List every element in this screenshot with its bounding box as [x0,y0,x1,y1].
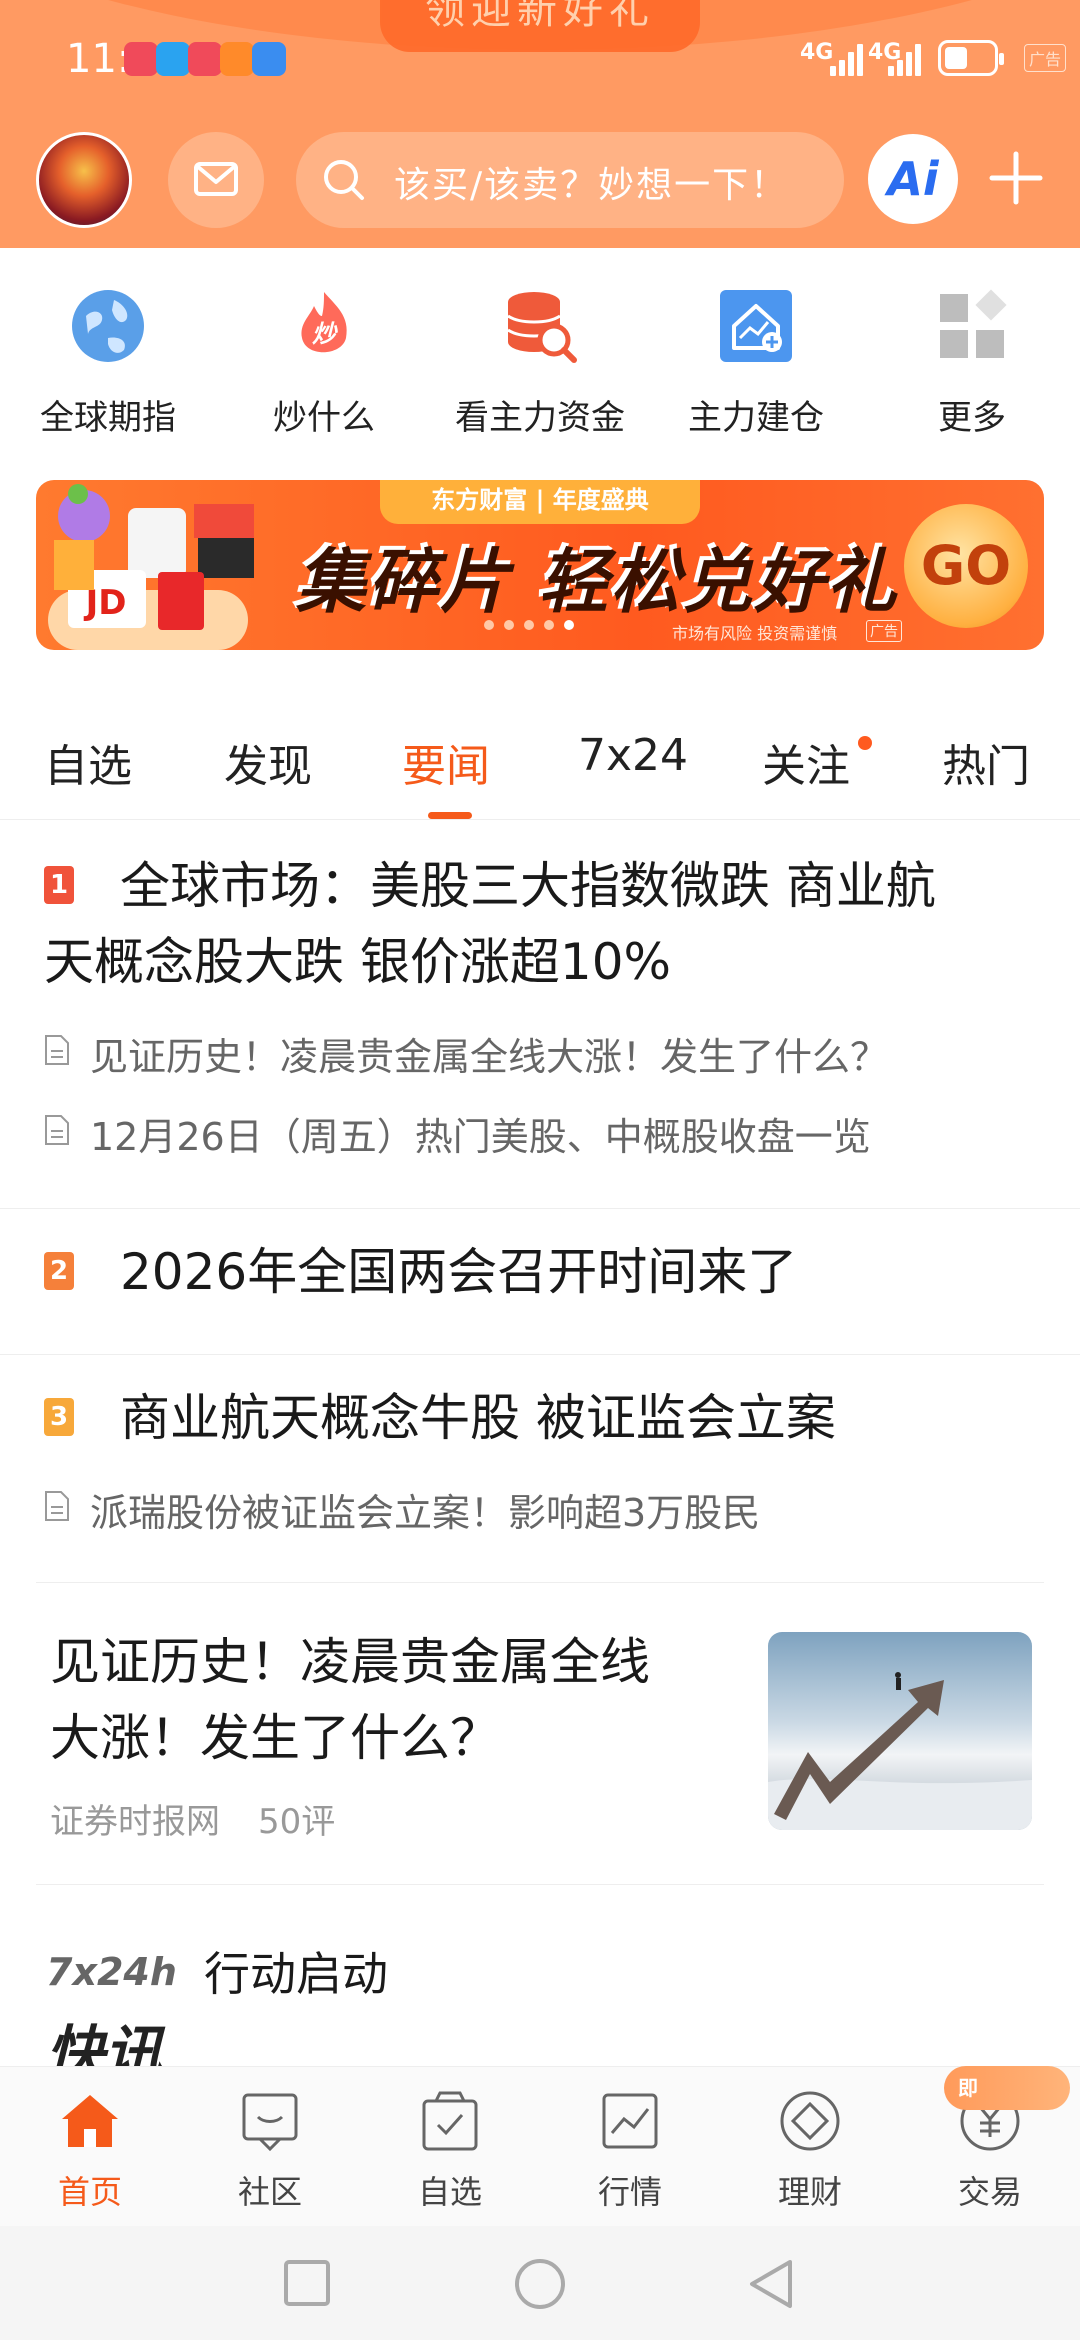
signal-icon [830,42,870,76]
grid-more-icon [940,289,1007,358]
banner-ad-label: 广告 [866,620,902,642]
trade-badge: 即 [944,2066,1070,2110]
document-icon [45,1491,69,1521]
chart-icon [602,2093,658,2149]
mail-button[interactable] [168,132,264,228]
signal-icon [888,42,928,76]
news-title[interactable]: 天概念股大跌 银价涨超10% [44,924,671,1000]
back-button[interactable] [744,2256,798,2312]
story-thumbnail[interactable] [768,1632,1032,1830]
nav-label: 理财 [777,2173,842,2211]
app-notification-icon [188,42,222,76]
nav-label: 首页 [57,2173,122,2211]
search-bar[interactable]: 该买/该卖？妙想一下！ [296,132,844,228]
quick-nav: 全球期指 炒 炒什么 看主力资金 主力建仓 更多 [0,248,1080,448]
news-title[interactable]: 商业航天概念牛股 被证监会立案 [120,1380,836,1456]
quick-nav-label: 更多 [938,398,1006,438]
recent-apps-button[interactable] [282,2258,332,2308]
quick-nav-label: 炒什么 [273,398,375,438]
search-icon [324,160,364,200]
tab-watchlist[interactable]: 自选 [44,730,132,794]
nav-label: 自选 [417,2173,482,2211]
flash-title[interactable]: 行动启动 [204,1936,388,2012]
svg-text:炒: 炒 [312,320,338,348]
system-navigation-bar [0,2226,1080,2340]
bag-check-icon [422,2091,478,2151]
fire-icon: 炒 [301,292,347,353]
rank-badge: 3 [44,1398,74,1436]
divider [36,1582,1044,1583]
ad-tag: 广告 [1024,44,1067,72]
flash-brand-top: 7x24h [46,1950,177,1994]
avatar[interactable] [36,132,132,228]
header: 领迎新好礼 11:22 4G 4G 广告 该买/该卖？妙想一下！ Ai [0,0,1080,248]
status-bar: 11:22 4G 4G 广告 [0,0,1080,120]
home-icon [62,2095,118,2147]
message-app-icon [156,42,190,76]
add-button[interactable] [980,142,1052,214]
active-tab-indicator [428,812,472,819]
divider [36,1884,1044,1885]
network-type-1: 4G [800,40,834,65]
house-chart-icon [720,290,792,362]
banner-go-button[interactable]: GO [904,504,1028,628]
promo-banner[interactable]: JD 东方财富 | 年度盛典 集碎片 轻松兑好礼 集碎片 轻松兑好礼 GO 市场… [36,480,1044,650]
tab-discover[interactable]: 发现 [224,730,312,794]
plus-icon [989,151,1043,205]
app-notification-icon [220,42,254,76]
tab-hot[interactable]: 热门 [942,730,1030,794]
bottom-navigation: 首页 社区 自选 行情 理财 交易 [0,2066,1080,2226]
rank-badge: 2 [44,1252,74,1290]
rising-arrow-image [768,1672,1032,1830]
quick-nav-label: 主力建仓 [688,398,824,438]
divider [0,1354,1080,1355]
database-search-icon [507,292,577,363]
globe-icon [72,290,144,362]
nav-label: 社区 [237,2173,302,2211]
banner-risk-notice: 市场有风险 投资需谨慎 [672,624,838,643]
news-title[interactable]: 2026年全国两会召开时间来了 [120,1234,797,1310]
nav-label: 行情 [597,2173,662,2211]
battery-icon [938,40,1004,76]
search-placeholder: 该买/该卖？妙想一下！ [394,165,789,206]
document-icon [45,1115,69,1145]
ai-assistant-button[interactable]: Ai [868,134,958,224]
home-button[interactable] [512,2256,568,2312]
gift-illustration: JD [48,484,254,650]
quick-nav-label: 全球期指 [40,398,176,438]
news-tabs: 自选 发现 要闻 7x24 关注 热门 [0,720,1080,820]
tab-headlines[interactable]: 要闻 [402,730,490,794]
document-icon [45,1035,69,1065]
story-title[interactable]: 见证历史！凌晨贵金属全线 [50,1624,650,1700]
tab-7x24[interactable]: 7x24 [578,730,688,781]
quick-nav-label: 看主力资金 [455,398,625,438]
divider [0,1208,1080,1209]
mail-icon [194,162,238,196]
tab-following[interactable]: 关注 [762,730,850,794]
story-title[interactable]: 大涨！发生了什么？ [50,1700,500,1776]
story-comments: 50评 [258,1802,336,1842]
news-title[interactable]: 全球市场：美股三大指数微跌 商业航 [120,848,936,924]
related-article[interactable]: 派瑞股份被证监会立案！影响超3万股民 [90,1482,760,1537]
app-notification-icon [124,42,158,76]
rank-badge: 1 [44,866,74,904]
unread-dot [858,736,872,750]
weather-app-icon [252,42,286,76]
related-article[interactable]: 见证历史！凌晨贵金属全线大涨！发生了什么？ [90,1026,888,1081]
banner-pager [484,620,634,632]
chat-icon [242,2093,298,2152]
diamond-icon [780,2091,840,2151]
story-source: 证券时报网 [50,1802,220,1842]
nav-label: 交易 [957,2173,1022,2211]
banner-slogan: 集碎片 轻松兑好礼 [296,541,899,623]
banner-brand: 东方财富 | 年度盛典 [380,480,700,524]
related-article[interactable]: 12月26日（周五）热门美股、中概股收盘一览 [90,1106,871,1161]
